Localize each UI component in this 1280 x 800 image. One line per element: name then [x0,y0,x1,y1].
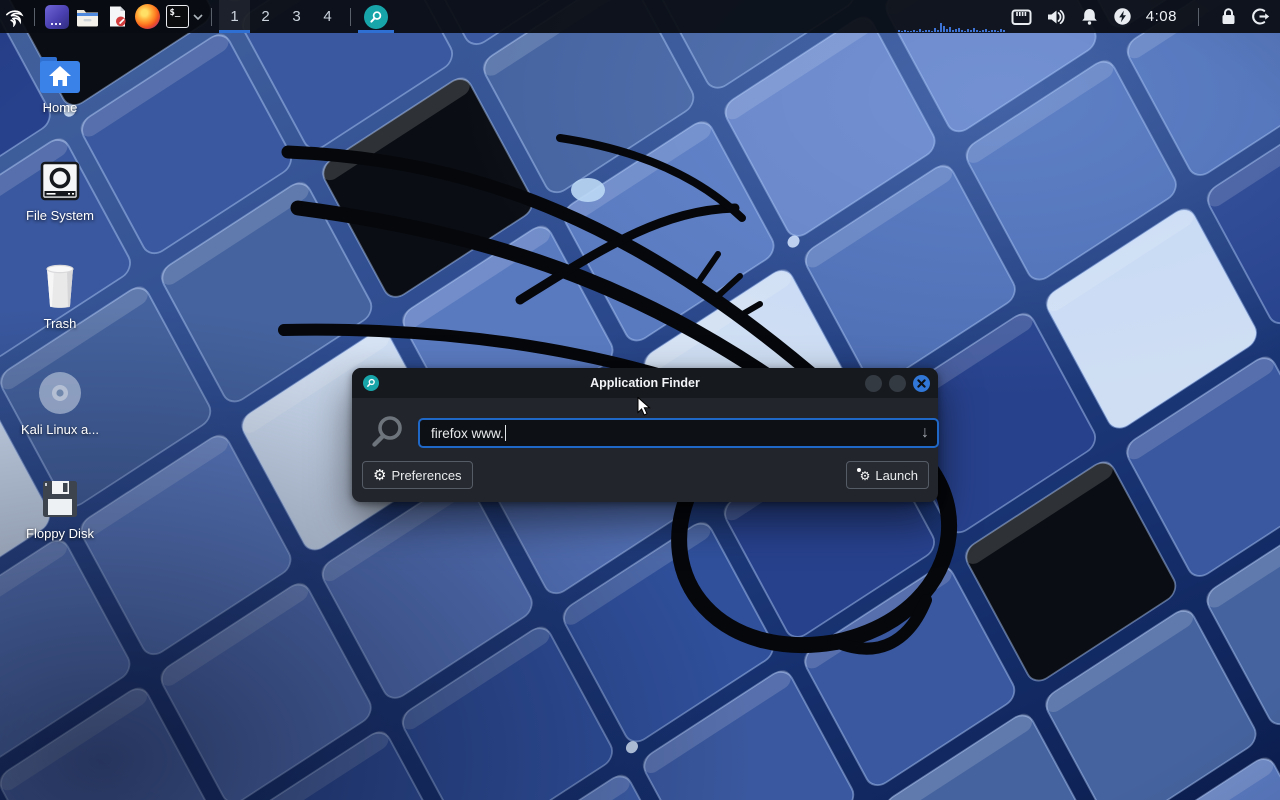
terminal-launcher[interactable]: $_ [162,2,192,32]
workspace-2[interactable]: 2 [250,0,281,33]
search-input-value: firefox www. [431,426,504,441]
search-input[interactable]: firefox www. ↓ [418,418,939,448]
logout-icon [1251,7,1270,26]
power-icon [1113,7,1132,26]
taskbar-window-application-finder[interactable] [358,0,394,33]
terminal-icon: $_ [166,5,189,28]
window-app-launcher[interactable] [42,2,72,32]
clock[interactable]: 4:08 [1146,8,1177,25]
file-manager-icon [75,4,100,29]
text-editor-launcher[interactable] [102,2,132,32]
launch-gear-icon: ⚙ [857,468,871,482]
panel-separator [211,8,212,26]
close-icon [917,379,926,388]
volume-icon [1046,7,1066,27]
text-caret [505,425,507,441]
firefox-icon [135,4,160,29]
window-app-icon [45,5,69,29]
power-manager-tray-button[interactable] [1113,7,1132,26]
minimize-button[interactable] [865,375,882,392]
notifications-icon [1080,7,1099,27]
workspace-1[interactable]: 1 [219,0,250,33]
close-button[interactable] [913,375,930,392]
chevron-down-icon [192,13,204,21]
terminal-dropdown-button[interactable] [192,13,204,21]
lock-icon [1220,7,1237,26]
logout-button[interactable] [1251,7,1270,26]
desktop: $_ 1 2 3 4 [0,0,1280,800]
preferences-label: Preferences [391,468,461,483]
volume-tray-button[interactable] [1046,7,1066,27]
home-folder-icon [38,56,82,94]
mouse-cursor [637,397,653,417]
titlebar[interactable]: Application Finder [352,368,938,398]
desktop-icon-label: Kali Linux a... [21,422,99,437]
network-tray-button[interactable] [1011,7,1032,27]
workspace-4[interactable]: 4 [312,0,343,33]
gear-icon: ⚙ [373,468,386,483]
top-panel: $_ 1 2 3 4 [0,0,1280,33]
notifications-tray-button[interactable] [1080,7,1099,27]
hard-drive-icon [39,160,81,202]
panel-separator [350,8,351,26]
desktop-icon-kali-linux[interactable]: Kali Linux a... [12,370,108,437]
lock-screen-button[interactable] [1220,7,1237,26]
application-finder-window: Application Finder firefox www. ↓ [352,368,938,502]
desktop-icon-trash[interactable]: Trash [12,262,108,331]
desktop-icon-label: Floppy Disk [26,526,94,541]
search-icon [370,415,404,449]
applications-menu-button[interactable] [0,3,27,30]
desktop-icon-label: Trash [44,316,77,331]
file-manager-launcher[interactable] [72,2,102,32]
text-editor-icon [105,4,130,29]
desktop-icon-label: File System [26,208,94,223]
trash-icon [40,262,80,310]
app-finder-icon [363,375,379,391]
launch-button[interactable]: ⚙ Launch [846,461,929,489]
optical-disc-icon [37,370,83,416]
app-finder-icon [364,5,388,29]
network-monitor-graph[interactable] [898,0,1010,33]
workspace-switcher: 1 2 3 4 [219,0,343,33]
workspace-3[interactable]: 3 [281,0,312,33]
desktop-icon-floppy-disk[interactable]: Floppy Disk [12,478,108,541]
desktop-icon-home[interactable]: Home [12,56,108,115]
launch-label: Launch [875,468,918,483]
kali-logo-icon [3,6,24,27]
desktop-icon-label: Home [43,100,78,115]
desktop-icon-file-system[interactable]: File System [12,160,108,223]
firefox-launcher[interactable] [132,2,162,32]
down-arrow-icon[interactable]: ↓ [921,424,929,442]
preferences-button[interactable]: ⚙ Preferences [362,461,473,489]
maximize-button[interactable] [889,375,906,392]
network-icon [1011,7,1032,27]
floppy-disk-icon [39,478,81,520]
panel-separator [34,8,35,26]
window-title: Application Finder [352,376,938,390]
panel-separator [1198,8,1199,26]
